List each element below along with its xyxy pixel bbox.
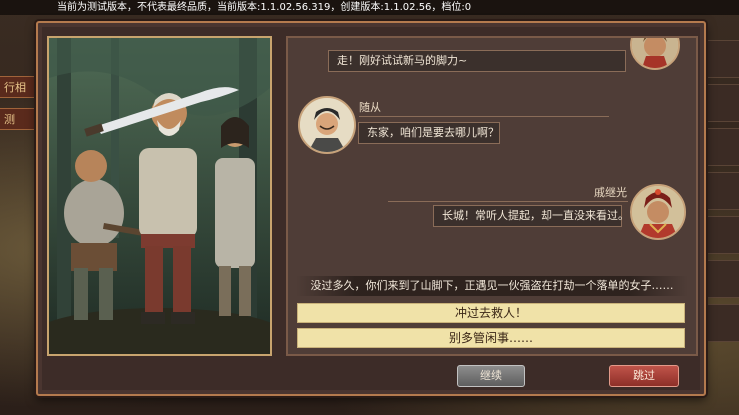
choice-ignore-button[interactable]: 别多管闲事…… xyxy=(297,328,685,348)
avatar-qi-jiguang-top xyxy=(630,38,680,70)
version-bar: 当前为测试版本，不代表最终品质，当前版本:1.1.02.56.319，创建版本:… xyxy=(0,0,739,15)
speaker-divider xyxy=(359,116,609,117)
continue-button[interactable]: 继续 xyxy=(457,365,525,387)
speaker-divider-2 xyxy=(388,201,628,202)
general-portrait-icon xyxy=(632,38,678,68)
choice-rescue-button[interactable]: 冲过去救人！ xyxy=(297,303,685,323)
background-left-tab: 行相 xyxy=(0,76,36,98)
bandits-illustration xyxy=(49,38,270,354)
attendant-portrait-icon xyxy=(300,98,354,152)
skip-button[interactable]: 跳过 xyxy=(609,365,679,387)
general-portrait-icon xyxy=(632,186,684,238)
dialogue-message-2: 东家，咱们是要去哪儿啊？ xyxy=(358,122,500,144)
background-left-tab-2: 测 xyxy=(0,108,36,130)
speaker-qi-jiguang: 戚继光 xyxy=(594,186,627,199)
avatar-attendant xyxy=(298,96,356,154)
dialogue-message-3-text: 长城！常听人提起，却一直没来看过。 xyxy=(442,209,629,222)
avatar-qi-jiguang xyxy=(630,184,686,240)
dialogue-message-1: 走！刚好试试新马的脚力~ xyxy=(328,50,626,72)
dialogue-message-1-text: 走！刚好试试新马的脚力~ xyxy=(337,54,468,67)
event-illustration xyxy=(47,36,272,356)
narration-text: 没过多久，你们来到了山脚下，正遇见一伙强盗在打劫一个落单的女子…… xyxy=(296,276,688,296)
version-text: 当前为测试版本，不代表最终品质，当前版本:1.1.02.56.319，创建版本:… xyxy=(57,2,472,13)
speaker-attendant: 随从 xyxy=(359,101,381,114)
background-right-column xyxy=(705,40,739,380)
dialogue-message-2-text: 东家，咱们是要去哪儿啊？ xyxy=(367,126,499,139)
dialogue-message-3: 长城！常听人提起，却一直没来看过。 xyxy=(433,205,629,227)
